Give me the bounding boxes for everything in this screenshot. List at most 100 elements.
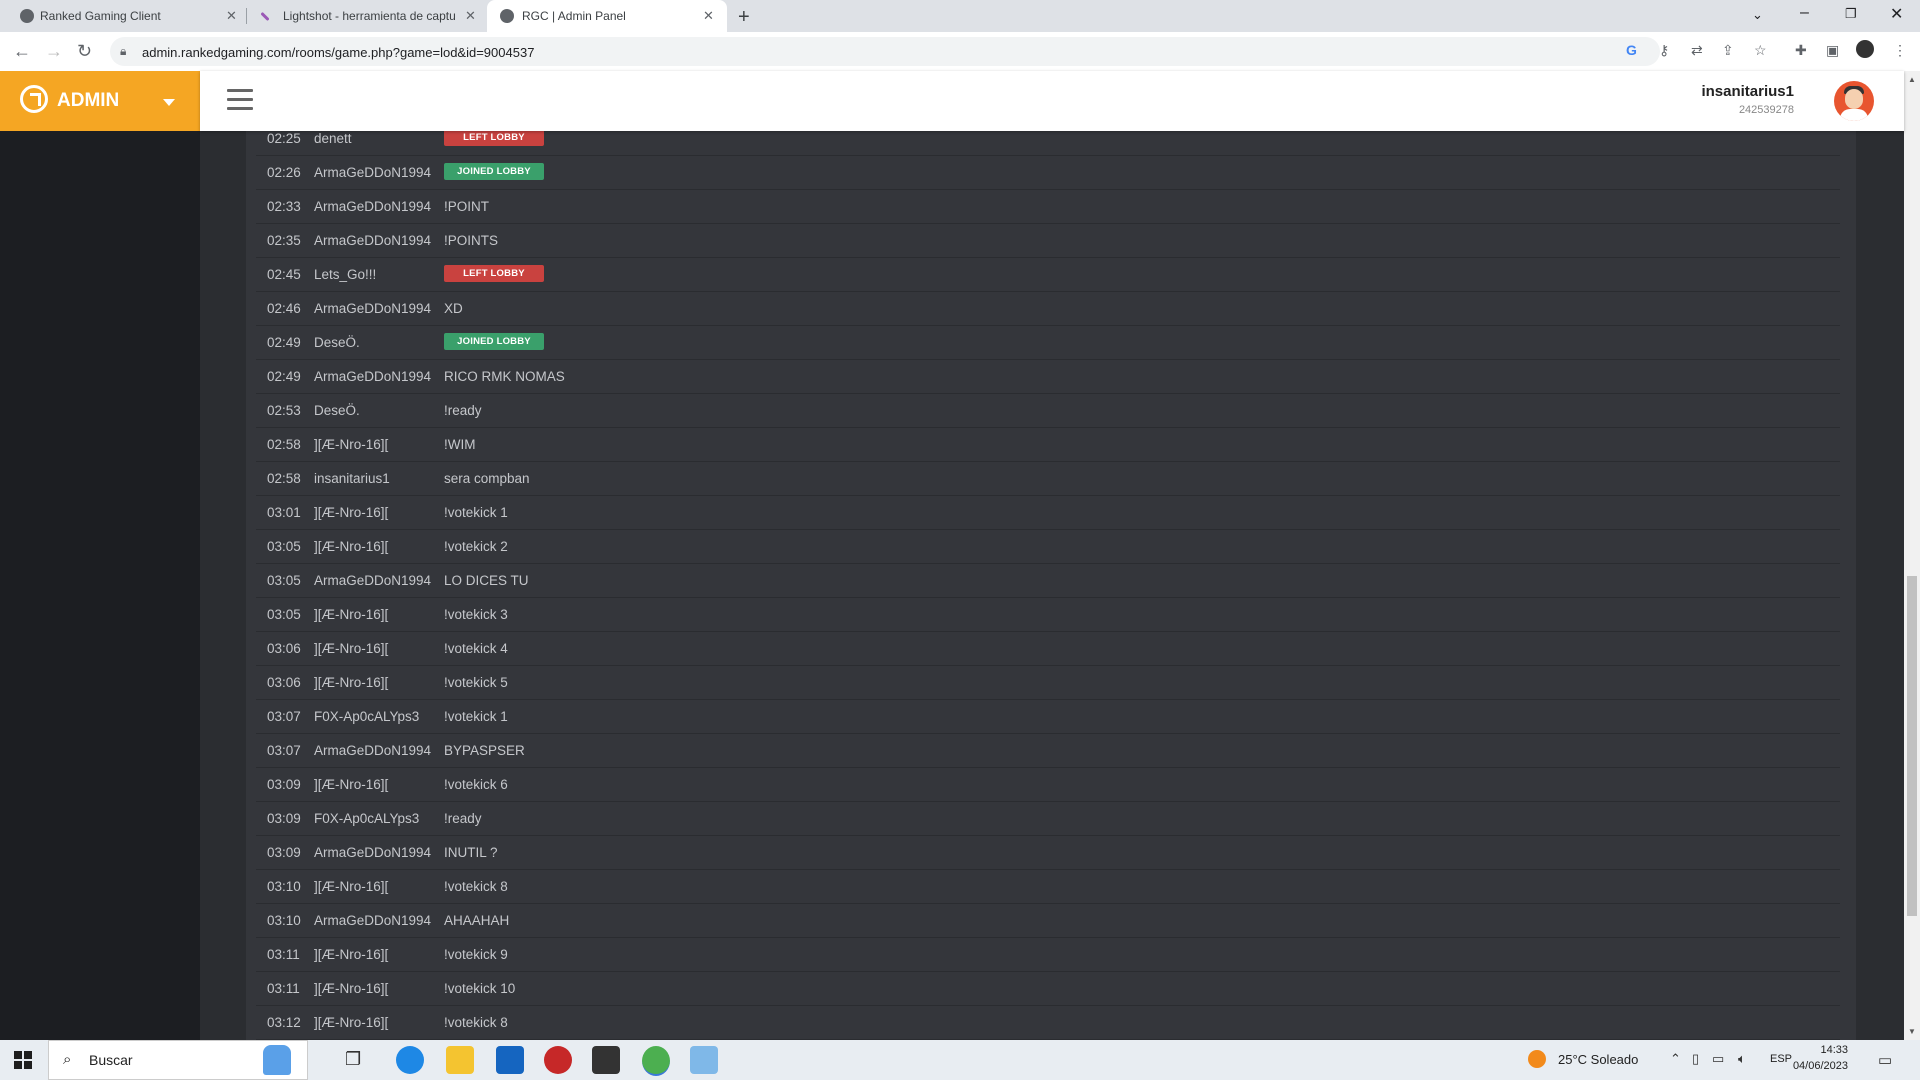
- side-panel-icon[interactable]: ▣: [1826, 42, 1839, 59]
- tab-admin-panel[interactable]: RGC | Admin Panel ✕: [487, 0, 727, 32]
- brand-title: ADMIN: [57, 90, 120, 111]
- google-icon[interactable]: G: [1626, 42, 1637, 58]
- windows-start-icon[interactable]: [14, 1051, 32, 1069]
- chat-time: 03:06: [267, 675, 301, 690]
- caret-down-icon[interactable]: [163, 99, 175, 106]
- chevron-up-icon[interactable]: ⌃: [1670, 1051, 1681, 1067]
- chat-time: 02:26: [267, 165, 301, 180]
- avatar[interactable]: [1834, 81, 1874, 121]
- chat-message: !POINT: [444, 199, 490, 214]
- search-placeholder: Buscar: [89, 1052, 133, 1068]
- chat-player: ArmaGeDDoN1994: [314, 369, 432, 384]
- chat-time: 03:12: [267, 1015, 301, 1030]
- network-icon[interactable]: ▭: [1712, 1051, 1724, 1067]
- chat-message: !votekick 2: [444, 539, 508, 554]
- main-content: 02:25 denett LEFT LOBBY 02:26 ArmaGeDDoN1994…: [200, 131, 1904, 1040]
- browser-tab-bar: Ranked Gaming Client ✕ Lightshot - herra…: [0, 0, 1920, 32]
- game-app-icon[interactable]: [592, 1046, 620, 1074]
- chat-time: 03:05: [267, 539, 301, 554]
- globe-icon: [500, 9, 514, 23]
- chat-message: INUTIL ?: [444, 845, 498, 860]
- chat-row: 02:49 ArmaGeDDoN1994 RICO RMK NOMAS: [256, 360, 1840, 394]
- weather-text[interactable]: 25°C Soleado: [1558, 1052, 1638, 1067]
- edge-icon[interactable]: [396, 1046, 424, 1074]
- tab-title: RGC | Admin Panel: [522, 9, 626, 23]
- notepad-icon[interactable]: [690, 1046, 718, 1074]
- tab-title: Lightshot - herramienta de captu: [283, 9, 456, 23]
- tab-ranked-gaming-client[interactable]: Ranked Gaming Client ✕: [0, 0, 243, 32]
- profile-icon[interactable]: [1856, 40, 1874, 58]
- chat-message: LO DICES TU: [444, 573, 529, 588]
- chat-row: 02:33 ArmaGeDDoN1994 !POINT: [256, 190, 1840, 224]
- chat-message: RICO RMK NOMAS: [444, 369, 565, 384]
- taskbar-search[interactable]: ⌕ Buscar: [48, 1040, 308, 1080]
- close-tab-icon[interactable]: ✕: [226, 8, 237, 24]
- chat-row: 03:09][Æ-Nro-16][!votekick 6: [256, 768, 1840, 802]
- task-view-icon[interactable]: ❐: [345, 1049, 373, 1077]
- chat-message: !votekick 5: [444, 675, 508, 690]
- tab-lightshot[interactable]: Lightshot - herramienta de captu ✕: [247, 0, 487, 32]
- tab-search-icon[interactable]: ⌄: [1752, 7, 1763, 23]
- chat-log: 02:25 denett LEFT LOBBY 02:26 ArmaGeDDoN1994…: [256, 131, 1840, 1040]
- chat-player: ][Æ-Nro-16][: [314, 947, 389, 962]
- chat-time: 03:11: [267, 947, 300, 962]
- chat-row: 03:05][Æ-Nro-16][!votekick 2: [256, 530, 1840, 564]
- sun-icon[interactable]: [1528, 1050, 1546, 1068]
- new-tab-icon[interactable]: +: [738, 6, 750, 29]
- reload-icon[interactable]: ↻: [77, 41, 92, 62]
- chat-time: 03:10: [267, 913, 301, 928]
- chat-message: sera compban: [444, 471, 530, 486]
- chat-message: !WIM: [444, 437, 476, 452]
- chat-row: 02:49 DeseÖ. JOINED LOBBY: [256, 326, 1840, 360]
- page-scrollbar[interactable]: ▲ ▼: [1904, 71, 1920, 1040]
- user-name[interactable]: insanitarius1: [1701, 83, 1794, 100]
- chat-player: ArmaGeDDoN1994: [314, 233, 432, 248]
- chat-row: 02:46 ArmaGeDDoN1994 XD: [256, 292, 1840, 326]
- chat-row: 02:58 insanitarius1 sera compban: [256, 462, 1840, 496]
- chat-player: ][Æ-Nro-16][: [314, 981, 389, 996]
- avatar-body: [1840, 109, 1868, 121]
- clock-date[interactable]: 04/06/2023: [1786, 1060, 1848, 1072]
- file-explorer-icon[interactable]: [446, 1046, 474, 1074]
- forward-icon[interactable]: →: [45, 41, 63, 62]
- url-text[interactable]: admin.rankedgaming.com/rooms/game.php?ga…: [142, 45, 534, 60]
- left-lobby-badge: LEFT LOBBY: [444, 131, 544, 146]
- chrome-icon[interactable]: [642, 1046, 670, 1076]
- key-icon[interactable]: ⚷: [1659, 42, 1669, 59]
- notifications-icon[interactable]: ▭: [1878, 1051, 1892, 1069]
- avatar-face: [1845, 89, 1863, 109]
- scroll-down-icon[interactable]: ▼: [1908, 1027, 1916, 1036]
- chat-time: 02:35: [267, 233, 301, 248]
- close-tab-icon[interactable]: ✕: [703, 8, 714, 24]
- menu-kebab-icon[interactable]: ⋮: [1893, 42, 1907, 59]
- hamburger-menu-icon[interactable]: [227, 89, 253, 111]
- chat-time: 02:53: [267, 403, 301, 418]
- share-icon[interactable]: ⇪: [1722, 42, 1734, 59]
- scroll-thumb[interactable]: [1907, 576, 1917, 916]
- bookmark-star-icon[interactable]: ☆: [1754, 42, 1767, 59]
- chat-player: ][Æ-Nro-16][: [314, 641, 389, 656]
- search-icon: ⌕: [63, 1051, 72, 1068]
- clock-time[interactable]: 14:33: [1786, 1044, 1848, 1056]
- chat-row: 03:05][Æ-Nro-16][!votekick 3: [256, 598, 1840, 632]
- scroll-up-icon[interactable]: ▲: [1908, 75, 1916, 84]
- back-icon[interactable]: ←: [13, 41, 31, 62]
- user-id: 242539278: [1738, 104, 1794, 116]
- chat-time: 02:46: [267, 301, 301, 316]
- chat-time: 02:25: [267, 131, 301, 146]
- restore-icon[interactable]: ❐: [1845, 6, 1857, 22]
- chat-time: 03:01: [267, 505, 301, 520]
- device-icon[interactable]: ▯: [1692, 1051, 1699, 1067]
- chat-player: denett: [314, 131, 352, 146]
- volume-icon[interactable]: 🔈︎: [1738, 1051, 1746, 1067]
- extensions-icon[interactable]: ✚: [1795, 42, 1807, 59]
- admin-brand[interactable]: ADMIN: [0, 71, 200, 131]
- minimize-icon[interactable]: –: [1800, 4, 1809, 22]
- close-window-icon[interactable]: ✕: [1890, 4, 1903, 24]
- close-tab-icon[interactable]: ✕: [465, 8, 476, 24]
- chat-player: F0X-Ap0cALYps3: [314, 709, 420, 724]
- lock-icon[interactable]: 🔒︎: [120, 44, 126, 59]
- app-red-icon[interactable]: [544, 1046, 572, 1074]
- translate-icon[interactable]: ⇄: [1691, 42, 1703, 59]
- mail-icon[interactable]: [496, 1046, 524, 1074]
